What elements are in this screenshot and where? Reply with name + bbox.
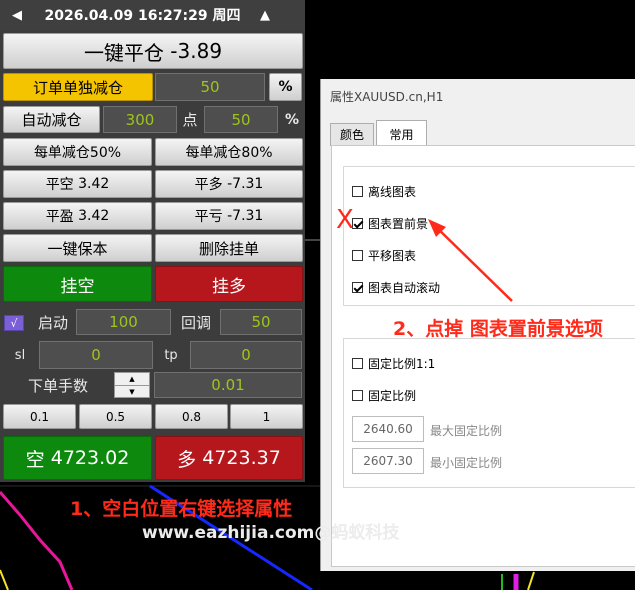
close-long-button[interactable]: 平多 -7.31 <box>155 170 303 198</box>
auto-reduce-button[interactable]: 自动减仓 <box>3 106 100 133</box>
watermark-text: www.eazhijia.com@蚂蚁科技 <box>142 523 400 543</box>
close-all-label: 一键平仓 <box>83 40 164 65</box>
red-x-mark: X <box>336 205 354 235</box>
pending-long-button[interactable]: 挂多 <box>155 266 303 302</box>
sell-price: 4723.02 <box>50 447 130 469</box>
sl-field[interactable]: 0 <box>39 341 153 369</box>
chart-foreground-checkbox[interactable]: 图表置前景 <box>352 215 428 232</box>
lots-field[interactable]: 0.01 <box>154 372 302 398</box>
checkbox-box <box>352 390 363 401</box>
close-profit-button[interactable]: 平盈 3.42 <box>3 202 152 230</box>
trailing-start-field[interactable]: 100 <box>76 309 171 335</box>
chart-foreground-label: 图表置前景 <box>368 217 429 231</box>
yellow-line-left <box>0 569 9 590</box>
collapse-left-icon[interactable]: ◀ <box>12 8 22 23</box>
trailing-pullback-field[interactable]: 50 <box>220 309 302 335</box>
max-scale-field[interactable]: 2640.60 <box>352 416 424 442</box>
reduce-80-button[interactable]: 每单减仓80% <box>155 138 303 166</box>
tab-colors[interactable]: 颜色 <box>330 123 374 146</box>
offline-chart-label: 离线图表 <box>368 185 417 199</box>
fixed-scale-1to1-label: 固定比例1:1 <box>368 357 436 371</box>
lot-preset-button[interactable]: 0.8 <box>155 404 228 429</box>
panel-topbar: ◀ 2026.04.09 16:27:29 周四 ▲ <box>0 0 305 30</box>
points-unit-label: 点 <box>182 111 198 129</box>
trailing-start-label: 启动 <box>37 313 68 332</box>
buy-label: 多 <box>177 448 197 471</box>
max-scale-label: 最大固定比例 <box>430 424 503 438</box>
lot-preset-button[interactable]: 0.5 <box>79 404 152 429</box>
checkbox-box <box>352 186 363 197</box>
trade-panel: ◀ 2026.04.09 16:27:29 周四 ▲ 一键平仓 -3.89 订单… <box>0 0 305 482</box>
close-loss-label: 平亏 <box>194 209 223 225</box>
offline-chart-checkbox[interactable]: 离线图表 <box>352 183 416 200</box>
single-reduce-button[interactable]: 订单单独减仓 <box>3 73 153 101</box>
min-scale-label: 最小固定比例 <box>430 456 503 470</box>
reduce-50-button[interactable]: 每单减仓50% <box>3 138 152 166</box>
close-loss-value: -7.31 <box>227 208 264 224</box>
pending-short-button[interactable]: 挂空 <box>3 266 152 302</box>
sl-label: sl <box>14 347 26 363</box>
sell-button[interactable]: 空 4723.02 <box>3 436 152 480</box>
stepper-up-icon[interactable]: ▲ <box>115 373 149 386</box>
close-loss-button[interactable]: 平亏 -7.31 <box>155 202 303 230</box>
tp-label: tp <box>164 347 178 363</box>
close-short-button[interactable]: 平空 3.42 <box>3 170 152 198</box>
percent-unit-label: % <box>284 111 300 128</box>
step2-annotation: 2、点掉 图表置前景选项 <box>393 318 603 340</box>
breakeven-button[interactable]: 一键保本 <box>3 234 152 262</box>
close-all-value: -3.89 <box>170 39 223 63</box>
close-long-value: -7.31 <box>227 176 264 192</box>
single-reduce-unit-button[interactable]: % <box>269 73 302 101</box>
lots-stepper[interactable]: ▲ ▼ <box>114 372 150 398</box>
dialog-title: 属性XAUUSD.cn,H1 <box>330 90 444 104</box>
chart-shift-checkbox[interactable]: 平移图表 <box>352 247 416 264</box>
tab-common[interactable]: 常用 <box>376 120 427 147</box>
checkbox-box <box>352 358 363 369</box>
tp-field[interactable]: 0 <box>190 341 302 369</box>
auto-reduce-percent-field[interactable]: 50 <box>204 106 278 133</box>
datetime-label: 2026.04.09 16:27:29 周四 <box>44 8 241 24</box>
buy-button[interactable]: 多 4723.37 <box>155 436 303 480</box>
close-profit-label: 平盈 <box>45 209 74 225</box>
close-profit-value: 3.42 <box>78 208 110 224</box>
min-scale-field[interactable]: 2607.30 <box>352 448 424 474</box>
stepper-down-icon[interactable]: ▼ <box>115 386 149 398</box>
trailing-pullback-label: 回调 <box>180 313 211 332</box>
delete-pending-button[interactable]: 删除挂单 <box>155 234 303 262</box>
single-reduce-percent-field[interactable]: 50 <box>155 73 265 101</box>
lot-preset-button[interactable]: 0.1 <box>3 404 76 429</box>
chart-shift-label: 平移图表 <box>368 249 417 263</box>
checkbox-box <box>352 250 363 261</box>
buy-price: 4723.37 <box>202 447 281 469</box>
close-short-value: 3.42 <box>78 176 110 192</box>
lots-label: 下单手数 <box>27 376 88 395</box>
auto-reduce-points-field[interactable]: 300 <box>103 106 177 133</box>
red-arrow-icon <box>428 219 513 302</box>
magenta-line <box>0 491 74 590</box>
fixed-scale-1to1-checkbox[interactable]: 固定比例1:1 <box>352 355 435 372</box>
tab-common-pane: 离线图表 图表置前景 平移图表 图表自动滚动 固定比例1:1 固定比例 2640… <box>331 145 635 567</box>
close-long-label: 平多 <box>194 177 223 193</box>
lot-preset-button[interactable]: 1 <box>230 404 303 429</box>
checkbox-box <box>352 282 363 293</box>
yellow-line-right <box>527 571 535 590</box>
sell-label: 空 <box>25 448 45 471</box>
step1-annotation: 1、空白位置右键选择属性 <box>70 498 293 520</box>
close-short-label: 平空 <box>45 177 74 193</box>
fixed-scale-checkbox[interactable]: 固定比例 <box>352 387 416 404</box>
collapse-up-icon[interactable]: ▲ <box>260 8 270 23</box>
trailing-checkbox[interactable]: √ <box>4 315 24 331</box>
scale-options-group: 固定比例1:1 固定比例 2640.60 最大固定比例 2607.30 最小固定… <box>343 338 635 488</box>
fixed-scale-label: 固定比例 <box>368 389 417 403</box>
close-all-button[interactable]: 一键平仓 -3.89 <box>3 33 303 69</box>
